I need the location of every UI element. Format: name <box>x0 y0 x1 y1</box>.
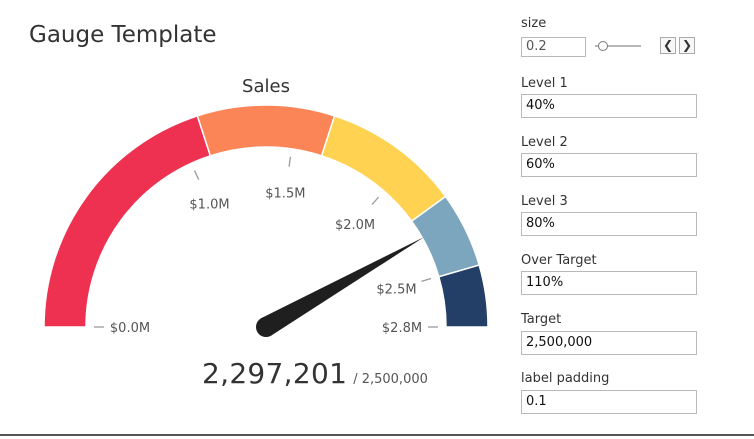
level3-input[interactable]: 80% <box>521 212 697 236</box>
gauge-band-1 <box>43 114 212 328</box>
gauge-bands <box>43 104 489 328</box>
dashboard-title: Gauge Template <box>29 22 217 48</box>
gauge-target: / 2,500,000 <box>353 372 428 387</box>
level2-label: Level 2 <box>521 135 568 150</box>
gauge-band-3 <box>320 114 447 223</box>
level1-input[interactable]: 40% <box>521 94 697 118</box>
target-input[interactable]: 2,500,000 <box>521 331 697 355</box>
gauge-tick-4 <box>371 196 380 205</box>
size-input[interactable]: 0.2 <box>521 37 586 57</box>
level3-label: Level 3 <box>521 194 568 209</box>
level2-input[interactable]: 60% <box>521 153 697 177</box>
gauge-readout: 2,297,201 / 2,500,000 <box>202 357 428 390</box>
over-target-label: Over Target <box>521 253 597 268</box>
gauge-tick-label-4: $2.0M <box>335 218 375 233</box>
gauge-band-2 <box>196 104 336 157</box>
gauge-tick-label-6: $2.8M <box>382 321 422 336</box>
gauge-chart: Sales $0.0M $1.0M $1.5M $2.0M $2.5M $2.8M <box>43 76 489 337</box>
gauge-needle-hub <box>256 317 276 337</box>
over-target-input[interactable]: 110% <box>521 271 697 295</box>
gauge-tick-label-1: $0.0M <box>110 321 150 336</box>
bottom-divider <box>0 434 754 436</box>
size-label: size <box>521 16 547 31</box>
gauge-tick-2 <box>193 170 200 180</box>
size-slider-thumb[interactable] <box>598 41 608 51</box>
gauge-band-5 <box>437 264 489 328</box>
gauge-value: 2,297,201 <box>202 357 348 390</box>
target-label: Target <box>521 312 562 327</box>
label-padding-input[interactable]: 0.1 <box>521 390 697 414</box>
next-button[interactable]: ❯ <box>679 37 695 54</box>
gauge-tick-label-5: $2.5M <box>376 283 416 298</box>
prev-button[interactable]: ❮ <box>660 37 676 54</box>
gauge-tick-3 <box>288 156 292 167</box>
label-padding-label: label padding <box>521 371 610 386</box>
gauge-tick-5 <box>421 277 432 282</box>
gauge-labels: $0.0M $1.0M $1.5M $2.0M $2.5M $2.8M <box>110 186 422 336</box>
level1-label: Level 1 <box>521 76 568 91</box>
gauge-tick-label-2: $1.0M <box>189 197 229 212</box>
gauge-tick-label-3: $1.5M <box>265 186 305 201</box>
gauge-title: Sales <box>242 76 290 97</box>
